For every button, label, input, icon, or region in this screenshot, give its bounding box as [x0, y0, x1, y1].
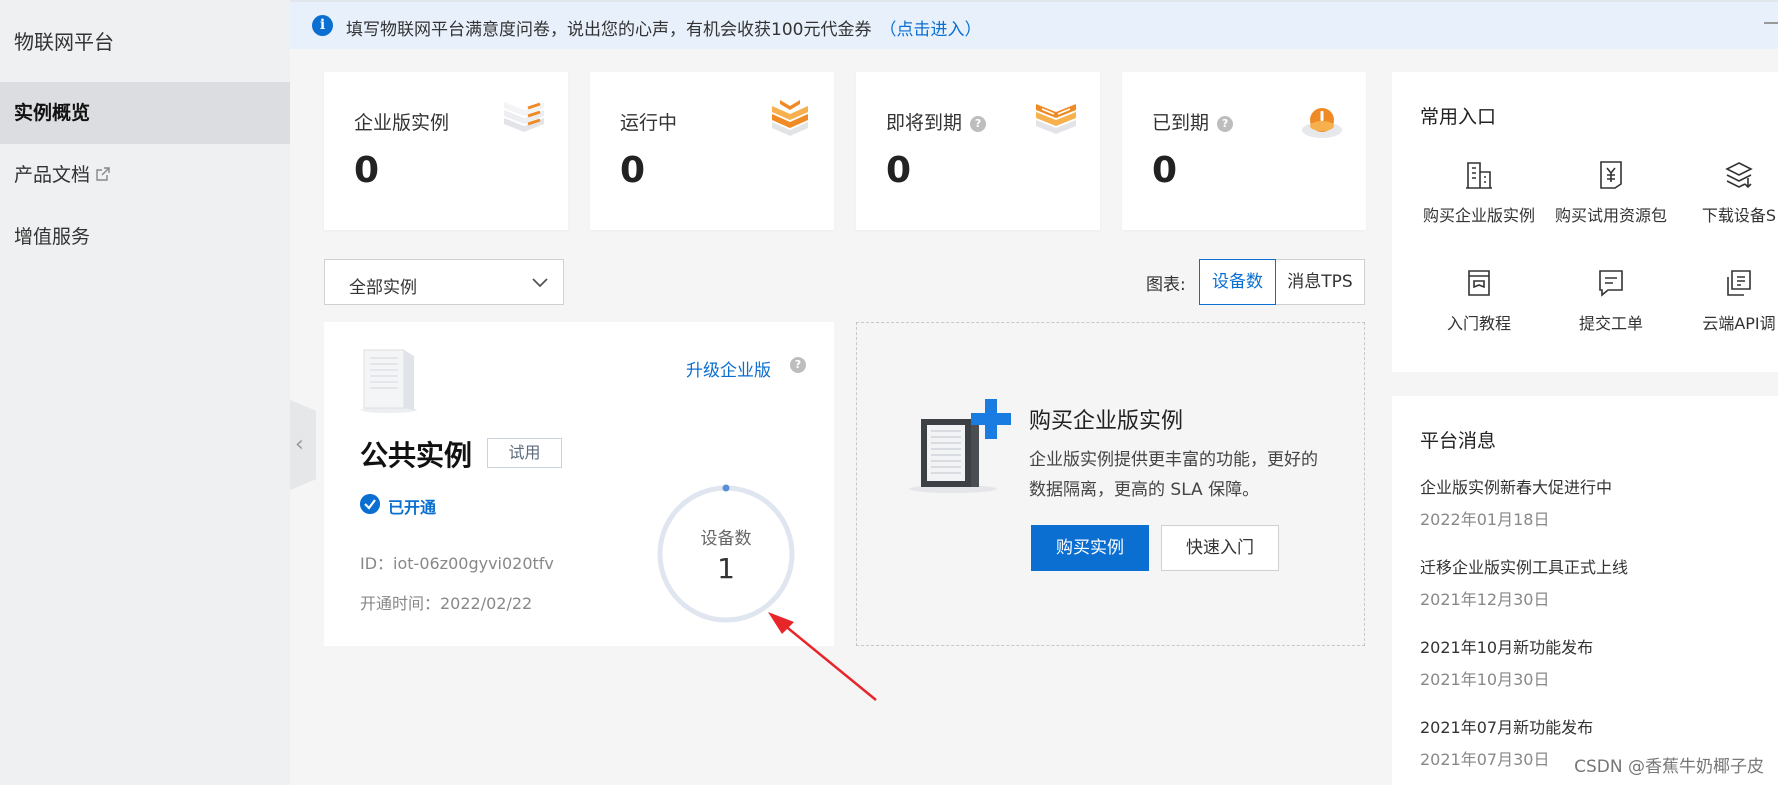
- platform-messages-panel: 平台消息 企业版实例新春大促进行中 2022年01月18日 迁移企业版实例工具正…: [1392, 396, 1778, 785]
- sidebar-item-instance-overview[interactable]: 实例概览: [0, 82, 290, 144]
- yuan-document-icon: [1600, 161, 1622, 189]
- chevron-down-icon: [532, 278, 548, 288]
- help-icon[interactable]: ?: [970, 115, 987, 132]
- message-title: 迁移企业版实例工具正式上线: [1420, 558, 1629, 577]
- stat-label-text: 即将到期: [886, 112, 963, 134]
- instance-name: 公共实例: [360, 439, 473, 472]
- quick-item-tutorial[interactable]: 入门教程: [1414, 268, 1544, 334]
- message-date: 2021年10月30日: [1420, 670, 1550, 689]
- sidebar-collapse-handle[interactable]: ‹: [290, 400, 316, 490]
- stat-card-running: 运行中 0: [590, 72, 834, 230]
- quick-item-submit-ticket[interactable]: 提交工单: [1546, 268, 1676, 334]
- expiring-icon: [1036, 104, 1076, 134]
- message-title: 2021年10月新功能发布: [1420, 638, 1594, 657]
- quick-item-label: 云端API调: [1702, 314, 1776, 333]
- trial-tag: 试用: [487, 438, 562, 468]
- instance-filter-select[interactable]: 全部实例: [324, 259, 564, 305]
- help-icon[interactable]: ?: [1217, 115, 1234, 132]
- message-item[interactable]: 2021年07月新功能发布 2021年07月30日: [1420, 714, 1593, 770]
- server-icon: [361, 349, 417, 413]
- sidebar-item-label: 实例概览: [14, 102, 91, 124]
- sidebar-item-value-added[interactable]: 增值服务: [0, 206, 290, 268]
- stat-card-enterprise: 企业版实例 0: [324, 72, 568, 230]
- quick-item-label: 提交工单: [1578, 314, 1643, 333]
- quick-item-buy-trial[interactable]: 购买试用资源包: [1546, 160, 1676, 226]
- buy-instance-button[interactable]: 购买实例: [1031, 525, 1149, 571]
- public-instance-card[interactable]: 升级企业版 ? 公共实例 试用 已开通 ID：iot-06z00gyvi020t…: [324, 322, 834, 646]
- running-icon: [772, 100, 808, 136]
- server-plus-icon: [909, 399, 1011, 493]
- message-title: 企业版实例新春大促进行中: [1420, 478, 1613, 497]
- instance-activation-date: 开通时间：2022/02/22: [360, 594, 533, 613]
- tab-device-count[interactable]: 设备数: [1199, 259, 1276, 305]
- quick-access-title: 常用入口: [1420, 106, 1497, 128]
- quick-item-buy-enterprise[interactable]: 购买企业版实例: [1414, 160, 1544, 226]
- instance-id: ID：iot-06z00gyvi020tfv: [360, 554, 554, 573]
- stat-label: 运行中: [620, 108, 677, 135]
- message-date: 2021年07月30日: [1420, 750, 1550, 769]
- banner-link[interactable]: （点击进入）: [879, 20, 981, 40]
- buy-card-title: 购买企业版实例: [1029, 409, 1184, 434]
- quick-start-button[interactable]: 快速入门: [1161, 525, 1279, 571]
- sidebar-item-label: 增值服务: [14, 226, 91, 248]
- watermark: CSDN @香蕉牛奶椰子皮: [1574, 757, 1764, 777]
- chevron-left-icon: ‹: [295, 432, 304, 457]
- stat-value: 0: [620, 150, 646, 191]
- message-item[interactable]: 企业版实例新春大促进行中 2022年01月18日: [1420, 474, 1612, 530]
- device-count-label: 设备数: [700, 529, 752, 549]
- survey-banner: i 填写物联网平台满意度问卷，说出您的心声，有机会收获100元代金券 （点击进入）: [290, 0, 1778, 49]
- select-value: 全部实例: [349, 278, 417, 298]
- stat-value: 0: [354, 150, 380, 191]
- sidebar-item-label: 产品文档: [14, 164, 91, 186]
- stat-card-expired: 已到期? 0: [1122, 72, 1366, 230]
- stat-label: 即将到期?: [886, 108, 987, 135]
- quick-item-label: 购买企业版实例: [1422, 206, 1535, 225]
- message-item[interactable]: 2021年10月新功能发布 2021年10月30日: [1420, 634, 1593, 690]
- stat-card-expiring: 即将到期? 0: [856, 72, 1100, 230]
- quick-item-label: 购买试用资源包: [1554, 206, 1667, 225]
- message-date: 2022年01月18日: [1420, 510, 1550, 529]
- sidebar: 物联网平台 实例概览 产品文档 增值服务: [0, 0, 290, 785]
- ticket-icon: [1599, 270, 1623, 297]
- device-count-value: 1: [717, 552, 735, 585]
- banner-message: 填写物联网平台满意度问卷，说出您的心声，有机会收获100元代金券: [346, 20, 872, 40]
- stat-label: 企业版实例: [354, 108, 449, 135]
- enterprise-instance-icon: [504, 102, 544, 132]
- quick-item-label: 入门教程: [1446, 314, 1511, 333]
- layers-download-icon: [1725, 162, 1753, 189]
- external-link-icon: [96, 167, 110, 181]
- minimize-icon[interactable]: [1764, 22, 1778, 24]
- quick-item-cloud-api[interactable]: 云端API调: [1674, 268, 1778, 334]
- message-item[interactable]: 迁移企业版实例工具正式上线 2021年12月30日: [1420, 554, 1628, 610]
- building-icon: [1466, 162, 1492, 189]
- status-text: 已开通: [388, 498, 437, 517]
- upgrade-enterprise-link[interactable]: 升级企业版: [686, 356, 771, 381]
- stat-value: 0: [1152, 150, 1178, 191]
- buy-card-description: 企业版实例提供更丰富的功能，更好的数据隔离，更高的 SLA 保障。: [1029, 450, 1318, 500]
- message-date: 2021年12月30日: [1420, 590, 1550, 609]
- stat-value: 0: [886, 150, 912, 191]
- check-circle-icon: [360, 494, 380, 514]
- stat-label-text: 运行中: [620, 112, 678, 134]
- sidebar-item-product-docs[interactable]: 产品文档: [0, 144, 290, 206]
- info-icon: i: [312, 15, 333, 36]
- quick-item-label: 下载设备S: [1701, 206, 1777, 225]
- stat-label-text: 已到期: [1152, 112, 1210, 134]
- messages-title: 平台消息: [1420, 430, 1497, 452]
- tab-message-tps[interactable]: 消息TPS: [1275, 259, 1365, 305]
- expired-icon: [1302, 108, 1342, 138]
- banner-text: 填写物联网平台满意度问卷，说出您的心声，有机会收获100元代金券 （点击进入）: [346, 15, 981, 40]
- quick-access-panel: 常用入口 购买企业版实例 购买试用资源包 下载设备S 入门教程 提交工单 云端A…: [1392, 72, 1778, 372]
- api-icon: [1727, 270, 1751, 296]
- quick-item-download-sdk[interactable]: 下载设备S: [1674, 160, 1778, 226]
- buy-enterprise-card: 购买企业版实例 企业版实例提供更丰富的功能，更好的数据隔离，更高的 SLA 保障…: [856, 322, 1365, 646]
- stat-label-text: 企业版实例: [354, 112, 450, 134]
- stat-label: 已到期?: [1152, 108, 1234, 135]
- chart-label: 图表:: [1146, 275, 1186, 295]
- book-icon: [1468, 270, 1490, 296]
- sidebar-title: 物联网平台: [14, 30, 114, 54]
- help-icon[interactable]: ?: [790, 357, 806, 373]
- message-title: 2021年07月新功能发布: [1420, 718, 1594, 737]
